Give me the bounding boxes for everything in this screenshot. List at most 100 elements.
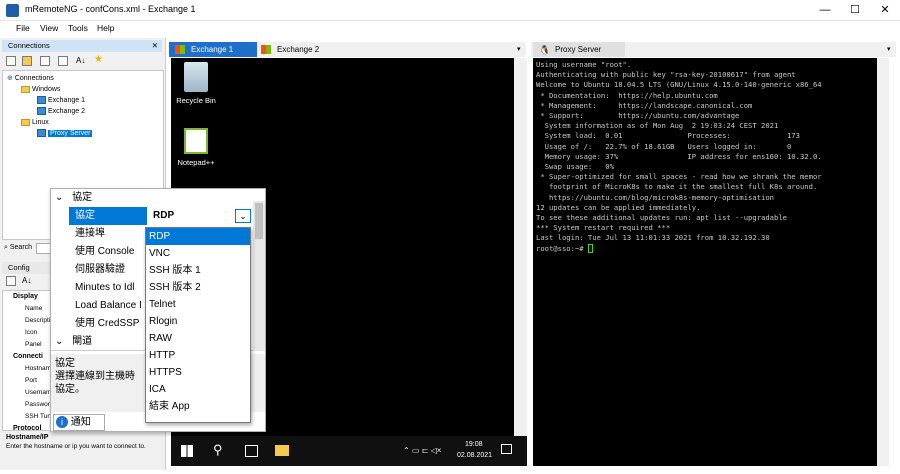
close-button[interactable]: ✕ (870, 0, 900, 21)
tree-item-connections[interactable]: ⊕ Connections (3, 73, 163, 84)
collapse-all-icon[interactable] (58, 56, 68, 66)
maximize-button[interactable]: ☐ (840, 0, 870, 21)
terminal-line: * Management: https://landscape.canonica… (536, 100, 753, 110)
protocol-option[interactable]: HTTPS (146, 364, 250, 381)
folder-icon (21, 118, 30, 126)
collapse-chevron-icon: ⌄ (55, 336, 64, 347)
protocol-option[interactable]: VNC (146, 245, 250, 262)
search-label: Search (9, 244, 33, 251)
protocol-option[interactable]: RDP (146, 228, 250, 245)
tree-item-exchange-1[interactable]: Exchange 1 (3, 95, 163, 106)
terminal-line: * Support: https://ubuntu.com/advantage (536, 111, 740, 121)
terminal-cursor (587, 244, 593, 254)
tree-item-linux[interactable]: Linux (3, 117, 163, 128)
collapse-chevron-icon: ⌄ (55, 192, 64, 203)
notify-tab[interactable]: i 通知 (53, 414, 105, 431)
alphabetical-icon[interactable]: A↓ (22, 276, 31, 285)
terminal-line: 12 updates can be applied immediately. (536, 202, 701, 212)
categorized-icon[interactable] (6, 276, 16, 286)
menu-tools[interactable]: Tools (68, 23, 88, 33)
notepadpp-icon (184, 128, 208, 154)
protocol-option[interactable]: Telnet (146, 296, 250, 313)
terminal-scrollbar[interactable] (877, 58, 889, 466)
connections-toolbar: A↓ ★ (6, 54, 116, 68)
protocol-option[interactable]: HTTP (146, 347, 250, 364)
terminal-line: footprint of MicroK8s to make it the sma… (536, 182, 818, 192)
config-toolbar: A↓ (6, 276, 56, 288)
panel-close-icon[interactable]: ✕ (152, 40, 158, 52)
windows-connection-icon (37, 107, 46, 116)
protocol-option[interactable]: ICA (146, 381, 250, 398)
windows-connection-icon (37, 96, 46, 105)
protocol-option[interactable]: SSH 版本 2 (146, 279, 250, 296)
tree-item-exchange-2[interactable]: Exchange 2 (3, 106, 163, 117)
terminal-line: * Super-optimized for small spaces - rea… (536, 172, 822, 182)
recycle-bin-icon (184, 62, 208, 92)
terminal-line: Using username "root". (536, 60, 632, 69)
expand-all-icon[interactable] (40, 56, 50, 66)
protocol-option[interactable]: RAW (146, 330, 250, 347)
tree-item-windows[interactable]: Windows (3, 84, 163, 95)
windows-icon (175, 45, 185, 54)
protocol-option[interactable]: SSH 版本 1 (146, 262, 250, 279)
favorites-star-icon[interactable]: ★ (94, 54, 103, 65)
terminal-line: root@sso:~# (536, 244, 874, 254)
protocol-option[interactable]: Rlogin (146, 313, 250, 330)
info-icon: i (56, 416, 68, 428)
menu-bar: File View Tools Help (0, 21, 900, 37)
new-connection-icon[interactable] (6, 56, 16, 66)
protocol-option[interactable]: 結束 App (146, 398, 250, 415)
ssh-terminal[interactable]: Using username "root". Authenticating wit… (533, 58, 877, 466)
new-folder-icon[interactable] (22, 56, 32, 66)
terminal-line: Welcome to Ubuntu 18.04.5 LTS (GNU/Linux… (536, 80, 822, 90)
folder-icon (21, 85, 30, 93)
sort-icon[interactable]: A↓ (76, 56, 85, 65)
connection-tabs: Exchange 1 Exchange 2 ▾ (169, 42, 526, 57)
tab-proxy-server[interactable]: 🐧 Proxy Server (533, 42, 625, 57)
menu-view[interactable]: View (40, 23, 58, 33)
terminal-line: Authenticating with public key "rsa-key-… (536, 70, 796, 80)
tab-exchange-1[interactable]: Exchange 1 (169, 42, 257, 57)
search-row: ⌕ Search (4, 244, 32, 252)
popup-scrollbar[interactable] (253, 201, 265, 351)
popup-row-protocol[interactable]: 協定 RDP ⌄ (51, 207, 265, 225)
search-icon: ⌕ (4, 244, 8, 251)
windows-icon (261, 45, 271, 54)
search-icon[interactable]: ⚲ (213, 442, 223, 458)
property-help-box: Hostname/IP Enter the hostname or ip you… (2, 430, 164, 468)
popup-scroll-thumb[interactable] (255, 203, 263, 239)
help-text: Enter the hostname or ip you want to con… (6, 443, 146, 450)
rdp-vertical-scrollbar[interactable] (514, 58, 527, 466)
file-explorer-icon[interactable] (275, 445, 289, 456)
protocol-dropdown-chevron-icon[interactable]: ⌄ (235, 209, 251, 223)
terminal-line: https://ubuntu.com/blog/microk8s-memory-… (536, 192, 774, 202)
desktop-icon-recycle-bin[interactable]: Recycle Bin (171, 62, 221, 105)
tab-exchange-2[interactable]: Exchange 2 (255, 42, 345, 57)
desktop-icon-notepadpp[interactable]: Notepad++ (171, 128, 221, 167)
minimize-button[interactable]: — (810, 0, 840, 21)
tab-list-dropdown-icon[interactable]: ▾ (517, 45, 521, 53)
terminal-line: Swap usage: 0% (536, 162, 614, 172)
terminal-line: * Documentation: https://help.ubuntu.com (536, 90, 718, 100)
config-panel-title: Config (8, 263, 30, 272)
terminal-line: To see these additional updates run: apt… (536, 213, 787, 223)
linux-tux-icon: 🐧 (539, 45, 551, 55)
globe-icon: ⊕ (7, 75, 13, 82)
tab-list-dropdown-icon[interactable]: ▾ (887, 45, 891, 53)
connections-panel-header: Connections ✕ (2, 40, 162, 52)
tree-item-proxy-server[interactable]: Proxy Server (3, 128, 163, 139)
start-button-icon[interactable] (181, 445, 193, 457)
tray-icons[interactable]: ⌃ ▭ ⊏ ◁× (403, 446, 441, 455)
menu-file[interactable]: File (16, 23, 30, 33)
connections-panel-title: Connections (8, 41, 50, 50)
menu-help[interactable]: Help (97, 23, 114, 33)
clock-time: 19:08 (465, 441, 483, 448)
linux-connection-icon (37, 129, 46, 138)
notifications-icon[interactable] (501, 444, 512, 454)
popup-category-protocol[interactable]: ⌄ 協定 (51, 189, 265, 207)
terminal-line: Last login: Tue Jul 13 11:01:33 2021 fro… (536, 233, 770, 243)
help-title: Hostname/IP (6, 434, 49, 441)
terminal-tabs: 🐧 Proxy Server ▾ (531, 42, 896, 57)
task-view-icon[interactable] (245, 445, 258, 457)
terminal-line: Usage of /: 22.7% of 18.61GB Users logge… (536, 141, 792, 151)
